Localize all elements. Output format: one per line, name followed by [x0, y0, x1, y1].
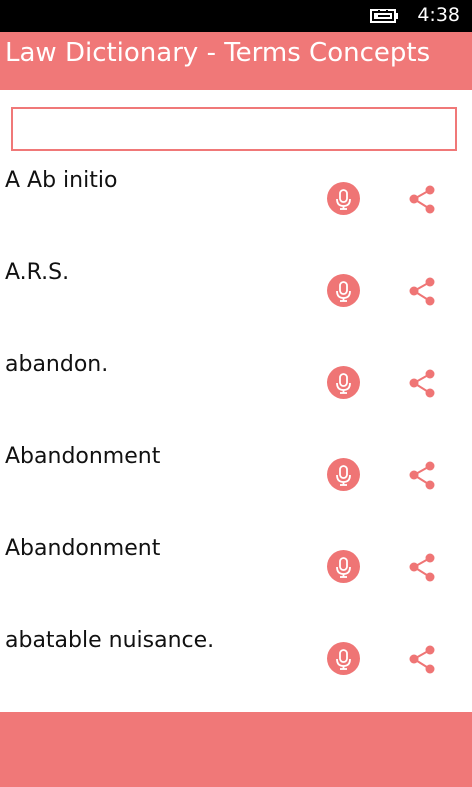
microphone-icon[interactable]: [327, 274, 360, 307]
share-icon[interactable]: [406, 274, 439, 307]
list-item[interactable]: A Ab initio: [0, 162, 472, 254]
status-bar: 4:38: [0, 0, 472, 32]
list-item[interactable]: Abandonment: [0, 438, 472, 530]
share-icon[interactable]: [406, 550, 439, 583]
term-label[interactable]: abandon.: [5, 352, 108, 377]
app-title: Law Dictionary - Terms Concepts: [5, 38, 431, 68]
microphone-icon[interactable]: [327, 642, 360, 675]
app-bar: Law Dictionary - Terms Concepts: [0, 32, 472, 90]
battery-charging-icon: [370, 8, 400, 24]
share-icon[interactable]: [406, 458, 439, 491]
share-icon[interactable]: [406, 182, 439, 215]
term-label[interactable]: abatable nuisance.: [5, 628, 214, 653]
term-label[interactable]: Abandonment: [5, 536, 160, 561]
microphone-icon[interactable]: [327, 366, 360, 399]
terms-list: A Ab initio A.R.S. abandon. Abandonment Aban…: [0, 162, 472, 714]
microphone-icon[interactable]: [327, 458, 360, 491]
list-item[interactable]: abatable nuisance.: [0, 622, 472, 714]
share-icon[interactable]: [406, 366, 439, 399]
term-label[interactable]: A.R.S.: [5, 260, 69, 285]
list-item[interactable]: A.R.S.: [0, 254, 472, 346]
search-input[interactable]: [11, 107, 457, 151]
term-label[interactable]: A Ab initio: [5, 168, 117, 193]
microphone-icon[interactable]: [327, 550, 360, 583]
microphone-icon[interactable]: [327, 182, 360, 215]
list-item[interactable]: Abandonment: [0, 530, 472, 622]
bottom-app-bar: [0, 712, 472, 787]
clock: 4:38: [417, 4, 460, 26]
list-item[interactable]: abandon.: [0, 346, 472, 438]
share-icon[interactable]: [406, 642, 439, 675]
term-label[interactable]: Abandonment: [5, 444, 160, 469]
